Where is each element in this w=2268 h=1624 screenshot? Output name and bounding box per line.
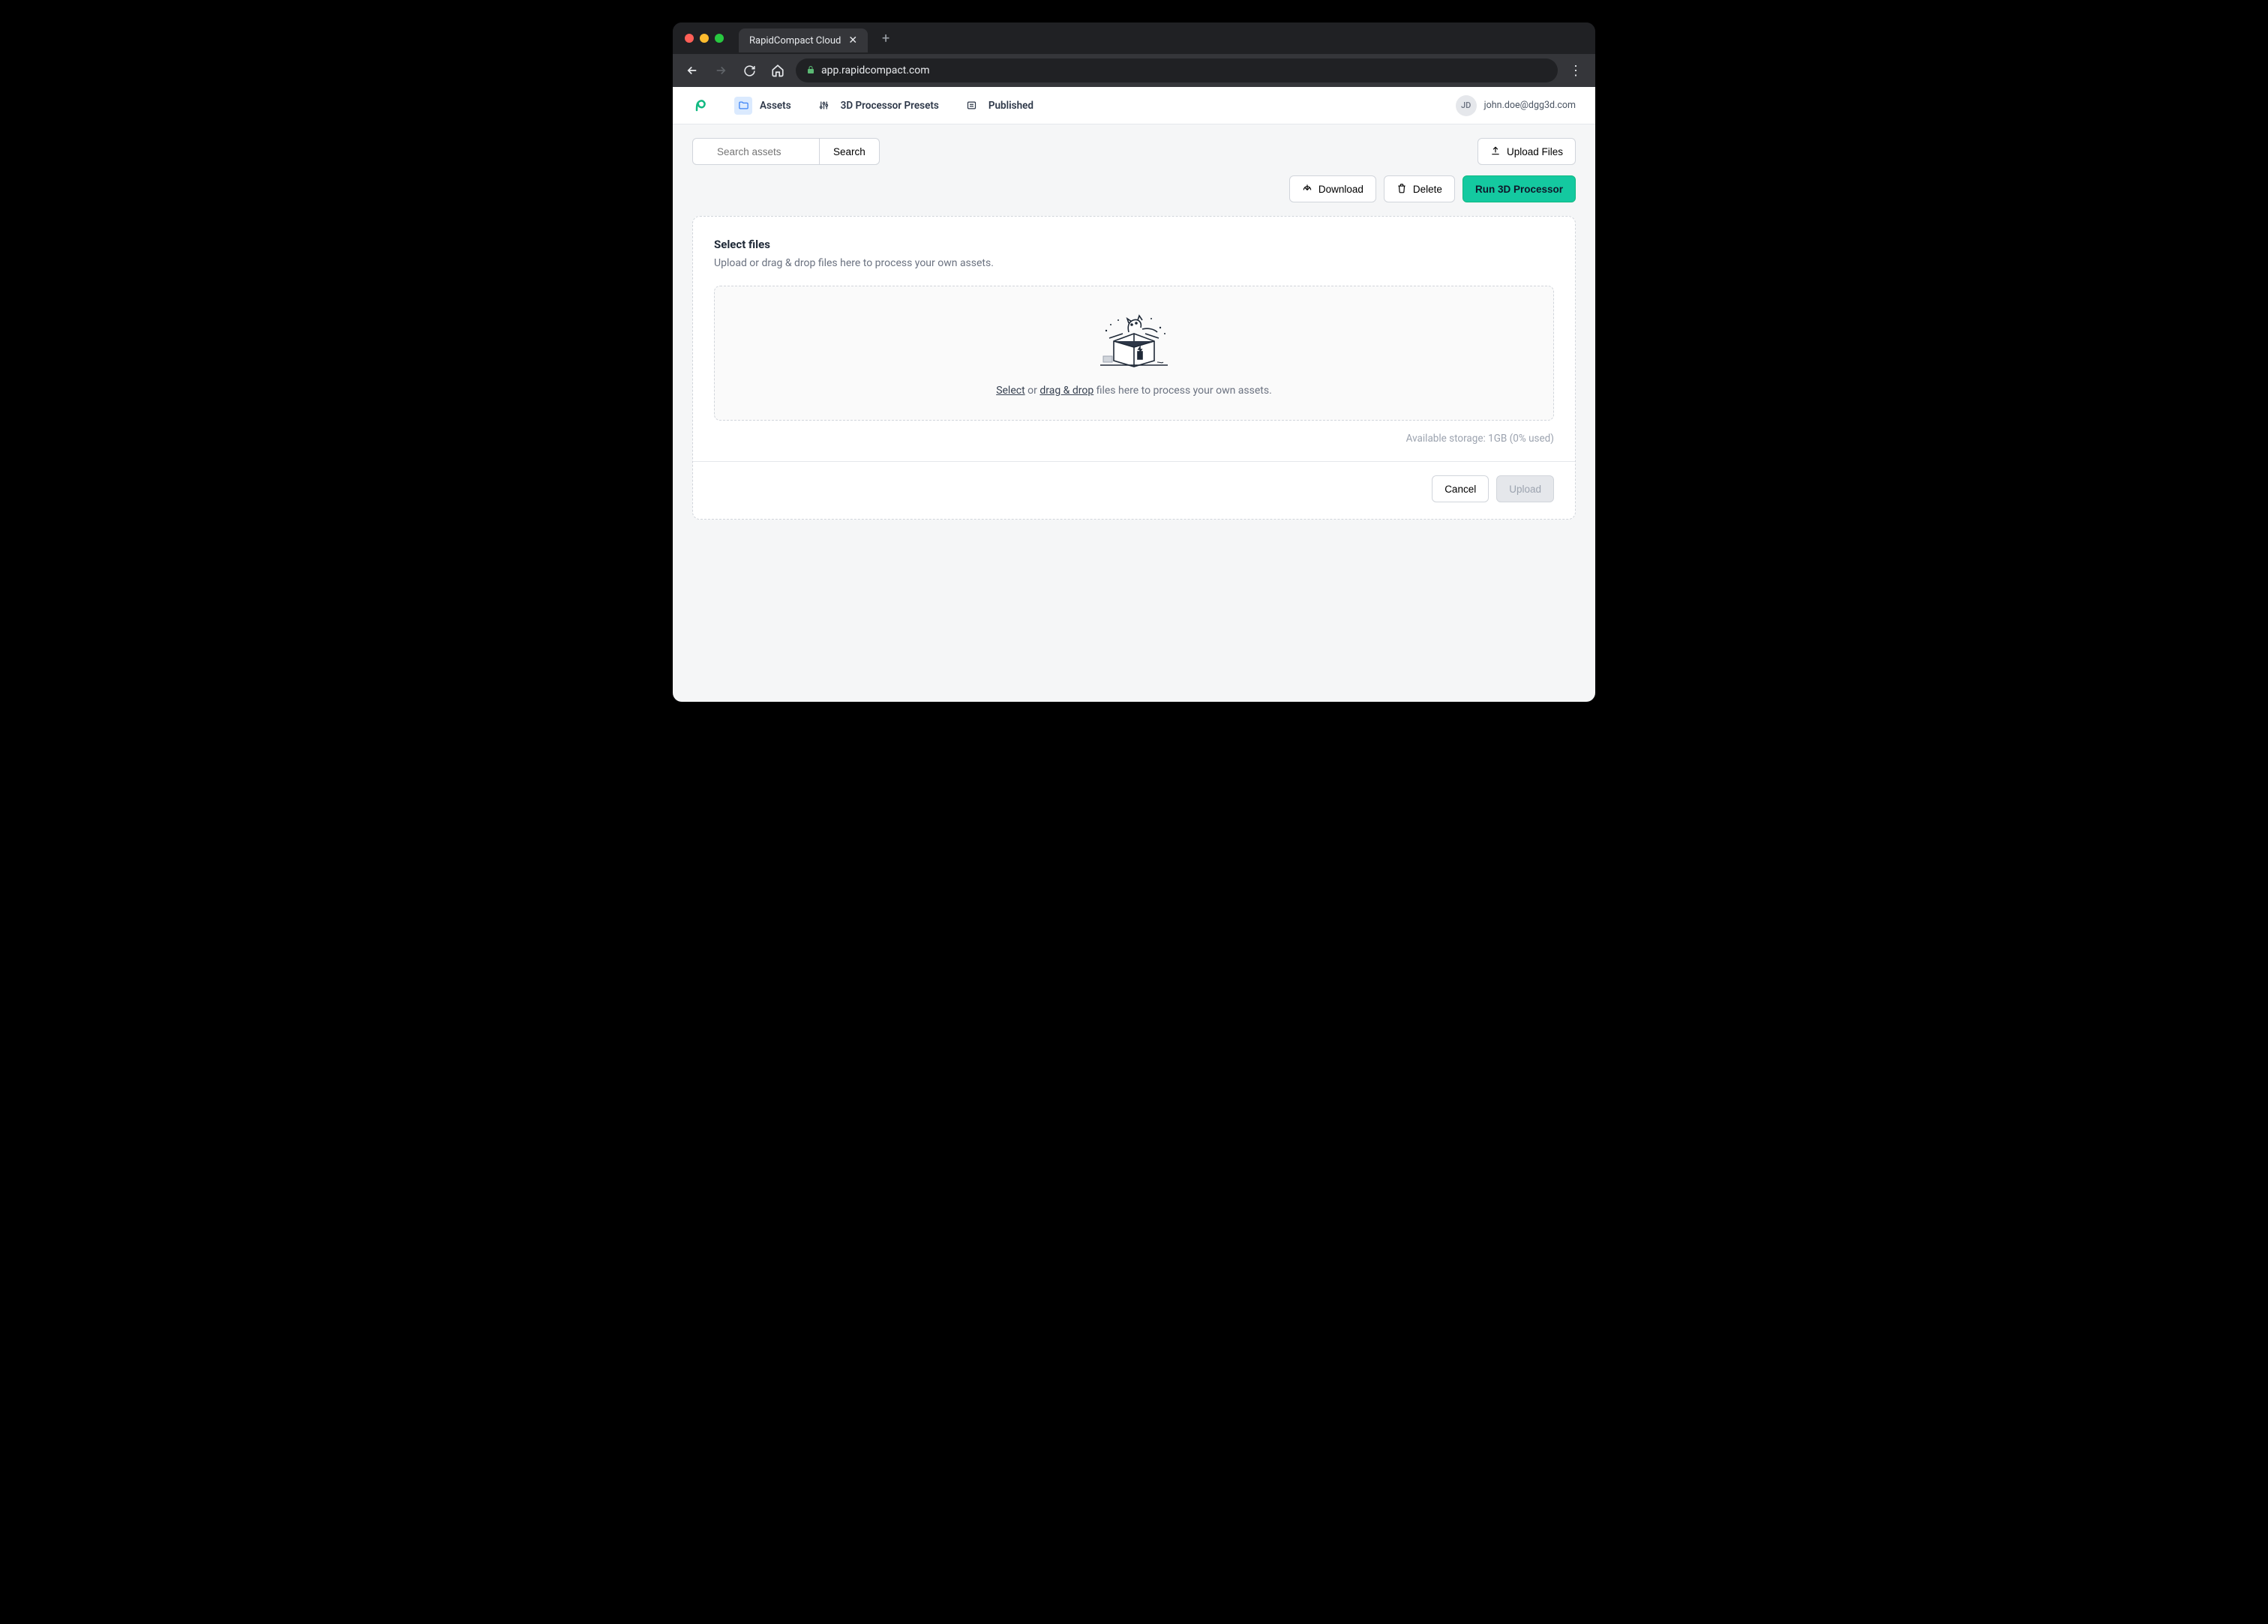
published-icon [963, 97, 981, 115]
browser-toolbar: app.rapidcompact.com ⋮ [673, 54, 1595, 87]
folder-icon [734, 97, 752, 115]
traffic-lights [685, 34, 724, 43]
browser-menu-icon[interactable]: ⋮ [1565, 60, 1586, 81]
upload-files-button[interactable]: Upload Files [1478, 138, 1576, 165]
nav-assets-label: Assets [760, 100, 791, 112]
nav-presets[interactable]: 3D Processor Presets [815, 97, 939, 115]
divider [693, 461, 1575, 462]
window-close-icon[interactable] [685, 34, 694, 43]
download-button[interactable]: Download [1289, 175, 1376, 202]
browser-window: RapidCompact Cloud ✕ + app.rapidcompact.… [673, 22, 1595, 702]
window-minimize-icon[interactable] [700, 34, 709, 43]
nav-published[interactable]: Published [963, 97, 1034, 115]
panel-subtitle: Upload or drag & drop files here to proc… [714, 257, 1554, 269]
trash-icon [1396, 183, 1407, 196]
tab-title: RapidCompact Cloud [749, 35, 841, 46]
upload-panel: Select files Upload or drag & drop files… [692, 216, 1576, 520]
nav-presets-label: 3D Processor Presets [841, 100, 939, 112]
browser-titlebar: RapidCompact Cloud ✕ + [673, 22, 1595, 54]
delete-button[interactable]: Delete [1384, 175, 1455, 202]
forward-icon[interactable] [710, 60, 731, 81]
sliders-icon [815, 97, 833, 115]
box-cat-illustration-icon [1093, 310, 1175, 373]
app-header: Assets 3D Processor Presets Published JD… [673, 87, 1595, 124]
run-processor-button[interactable]: Run 3D Processor [1462, 175, 1576, 202]
home-icon[interactable] [767, 60, 788, 81]
browser-tab[interactable]: RapidCompact Cloud ✕ [739, 28, 868, 52]
lock-icon [806, 65, 815, 76]
panel-title: Select files [714, 238, 1554, 251]
back-icon[interactable] [682, 60, 703, 81]
dropzone[interactable]: Select or drag & drop files here to proc… [714, 286, 1554, 421]
reload-icon[interactable] [739, 60, 760, 81]
tab-close-icon[interactable]: ✕ [848, 34, 857, 46]
storage-info: Available storage: 1GB (0% used) [714, 433, 1554, 445]
app-logo[interactable] [692, 95, 710, 116]
user-email: john.doe@dgg3d.com [1484, 100, 1576, 111]
search-toolbar: Search Upload Files [673, 124, 1595, 165]
upload-button[interactable]: Upload [1496, 475, 1554, 502]
nav-assets[interactable]: Assets [734, 97, 791, 115]
upload-icon [1490, 145, 1501, 158]
select-link[interactable]: Select [996, 385, 1024, 397]
search-button[interactable]: Search [820, 138, 880, 165]
url-bar[interactable]: app.rapidcompact.com [796, 58, 1558, 82]
search-input[interactable] [692, 138, 820, 165]
user-menu[interactable]: JD john.doe@dgg3d.com [1456, 95, 1576, 116]
action-toolbar: Download Delete Run 3D Processor [673, 165, 1595, 216]
app-content: Assets 3D Processor Presets Published JD… [673, 87, 1595, 702]
avatar: JD [1456, 95, 1477, 116]
new-tab-button[interactable]: + [877, 29, 895, 47]
nav-published-label: Published [988, 100, 1034, 112]
drag-drop-link[interactable]: drag & drop [1040, 385, 1094, 397]
cancel-button[interactable]: Cancel [1432, 475, 1489, 502]
window-maximize-icon[interactable] [715, 34, 724, 43]
dropzone-text: Select or drag & drop files here to proc… [996, 385, 1272, 397]
download-icon [1302, 183, 1312, 196]
panel-footer: Cancel Upload [714, 475, 1554, 502]
url-text: app.rapidcompact.com [821, 64, 930, 76]
